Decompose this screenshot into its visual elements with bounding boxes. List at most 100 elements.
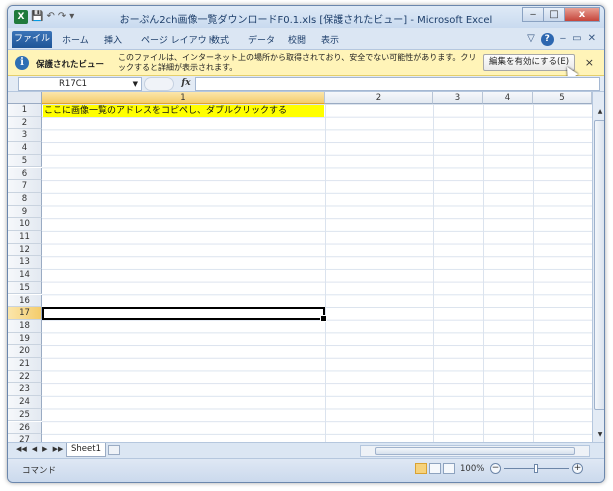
tab-home[interactable]: ホーム <box>62 33 89 46</box>
restore-button[interactable]: □ <box>543 7 565 22</box>
formula-input[interactable] <box>195 77 600 91</box>
protected-view-message[interactable]: このファイルは、インターネット上の場所から取得されており、安全でない可能性があり… <box>118 53 478 73</box>
row-header-24[interactable]: 24 <box>8 396 42 409</box>
next-sheet-icon[interactable]: ▶ <box>42 445 47 453</box>
column-divider <box>433 104 434 442</box>
row-header-19[interactable]: 19 <box>8 332 42 346</box>
excel-window: X 💾 ↶ ↷ ▾ おーぷん2ch画像一覧ダウンロードF0.1.xls [保護さ… <box>7 5 605 483</box>
sheet-tab-bar: ◀◀ ◀ ▶ ▶▶ Sheet1 <box>8 442 604 458</box>
chevron-down-icon[interactable]: ▼ <box>133 78 138 90</box>
insert-function-button[interactable]: fx <box>178 77 194 91</box>
row-header-21[interactable]: 21 <box>8 358 42 371</box>
row-header-3[interactable]: 3 <box>8 129 42 143</box>
row-header-6[interactable]: 6 <box>8 167 42 181</box>
row-header-15[interactable]: 15 <box>8 281 42 295</box>
protected-view-title: 保護されたビュー <box>36 60 105 70</box>
status-mode: コマンド <box>22 466 57 476</box>
enable-editing-button[interactable]: 編集を有効にする(E) <box>483 54 575 71</box>
column-header-2[interactable]: 2 <box>325 92 433 104</box>
tab-page-layout[interactable]: ページ レイアウト <box>141 33 216 46</box>
window-title: おーぷん2ch画像一覧ダウンロードF0.1.xls [保護されたビュー] - M… <box>119 15 493 26</box>
sheet-navigation: ◀◀ ◀ ▶ ▶▶ <box>16 445 63 453</box>
row-header-11[interactable]: 11 <box>8 231 42 244</box>
ribbon-right-controls: ▽ ? ‒ ▭ ✕ <box>527 33 596 46</box>
last-sheet-icon[interactable]: ▶▶ <box>53 445 64 453</box>
tab-file[interactable]: ファイル <box>12 31 52 48</box>
scroll-up-icon[interactable]: ▲ <box>594 106 604 118</box>
insert-sheet-icon[interactable] <box>108 445 120 455</box>
first-sheet-icon[interactable]: ◀◀ <box>16 445 27 453</box>
row-header-12[interactable]: 12 <box>8 243 42 257</box>
formula-expand-handle[interactable] <box>144 77 174 91</box>
row-header-4[interactable]: 4 <box>8 142 42 155</box>
zoom-out-button[interactable]: − <box>490 463 501 474</box>
row-header-14[interactable]: 14 <box>8 269 42 282</box>
name-box-value: R17C1 <box>59 79 88 89</box>
prev-sheet-icon[interactable]: ◀ <box>32 445 37 453</box>
name-box[interactable]: R17C1 ▼ <box>18 77 142 91</box>
row-header-18[interactable]: 18 <box>8 319 42 333</box>
worksheet-grid: 1 2 3 4 5 1 2 3 4 5 6 7 8 9 10 11 12 13 14 15 16 17 18 19 2… <box>8 92 592 442</box>
ribbon-tabs: ファイル ホーム 挿入 ページ レイアウト 数式 データ 校閲 表示 ▽ ? ‒… <box>8 28 604 50</box>
horizontal-scroll-thumb[interactable] <box>375 447 575 455</box>
row-header-27[interactable]: 27 <box>8 434 42 442</box>
tab-insert[interactable]: 挿入 <box>104 33 122 46</box>
cell-r1c1[interactable]: ここに画像一覧のアドレスをコピペし、ダブルクリックする <box>43 105 324 117</box>
doc-minimize-icon[interactable]: ‒ <box>560 33 566 46</box>
row-header-9[interactable]: 9 <box>8 205 42 219</box>
row-header-20[interactable]: 20 <box>8 345 42 358</box>
title-bar: X 💾 ↶ ↷ ▾ おーぷん2ch画像一覧ダウンロードF0.1.xls [保護さ… <box>8 6 604 28</box>
doc-close-icon[interactable]: ✕ <box>588 33 596 46</box>
column-divider <box>533 104 534 442</box>
select-all-corner[interactable] <box>8 92 42 104</box>
status-bar: コマンド 100% − + <box>8 458 604 482</box>
row-header-10[interactable]: 10 <box>8 218 42 231</box>
active-cell-r17c1[interactable] <box>42 307 327 322</box>
protected-view-bar: i 保護されたビュー このファイルは、インターネット上の場所から取得されており、… <box>8 50 604 76</box>
normal-view-icon[interactable] <box>415 463 427 474</box>
minimize-ribbon-icon[interactable]: ▽ <box>527 33 535 46</box>
sheet-tab-sheet1[interactable]: Sheet1 <box>66 443 106 457</box>
zoom-level[interactable]: 100% <box>460 464 484 474</box>
cell-area[interactable] <box>42 104 592 442</box>
horizontal-scrollbar[interactable] <box>360 445 590 457</box>
row-header-22[interactable]: 22 <box>8 370 42 384</box>
formula-bar: R17C1 ▼ fx <box>8 76 604 92</box>
row-header-8[interactable]: 8 <box>8 192 42 206</box>
vertical-scrollbar[interactable]: ▲ ▼ <box>592 92 604 442</box>
column-header-1[interactable]: 1 <box>42 92 325 104</box>
row-header-26[interactable]: 26 <box>8 421 42 435</box>
view-buttons <box>415 463 455 474</box>
close-window-button[interactable]: x <box>564 7 600 22</box>
zoom-slider-thumb[interactable] <box>534 464 538 473</box>
column-header-5[interactable]: 5 <box>533 92 592 104</box>
column-header-3[interactable]: 3 <box>433 92 483 104</box>
info-icon: i <box>15 56 29 70</box>
column-divider <box>483 104 484 442</box>
row-header-2[interactable]: 2 <box>8 116 42 130</box>
row-header-1[interactable]: 1 <box>8 104 42 117</box>
window-controls: ‒ □ x <box>522 7 600 22</box>
vertical-scroll-thumb[interactable] <box>594 120 604 410</box>
column-divider <box>325 104 326 442</box>
row-header-5[interactable]: 5 <box>8 154 42 168</box>
close-message-bar-icon[interactable]: × <box>585 56 594 69</box>
row-header-23[interactable]: 23 <box>8 383 42 397</box>
column-header-4[interactable]: 4 <box>483 92 533 104</box>
tab-review[interactable]: 校閲 <box>288 33 306 46</box>
row-header-7[interactable]: 7 <box>8 180 42 193</box>
scroll-down-icon[interactable]: ▼ <box>594 429 604 441</box>
tab-formulas[interactable]: 数式 <box>211 33 229 46</box>
page-break-view-icon[interactable] <box>443 463 455 474</box>
help-icon[interactable]: ? <box>540 33 554 46</box>
doc-restore-icon[interactable]: ▭ <box>572 33 581 46</box>
row-header-17[interactable]: 17 <box>8 307 42 320</box>
row-header-16[interactable]: 16 <box>8 294 42 308</box>
row-header-25[interactable]: 25 <box>8 408 42 422</box>
tab-view[interactable]: 表示 <box>321 33 339 46</box>
row-header-13[interactable]: 13 <box>8 256 42 270</box>
tab-data[interactable]: データ <box>248 33 275 46</box>
page-layout-view-icon[interactable] <box>429 463 441 474</box>
zoom-in-button[interactable]: + <box>572 463 583 474</box>
minimize-button[interactable]: ‒ <box>522 7 544 22</box>
